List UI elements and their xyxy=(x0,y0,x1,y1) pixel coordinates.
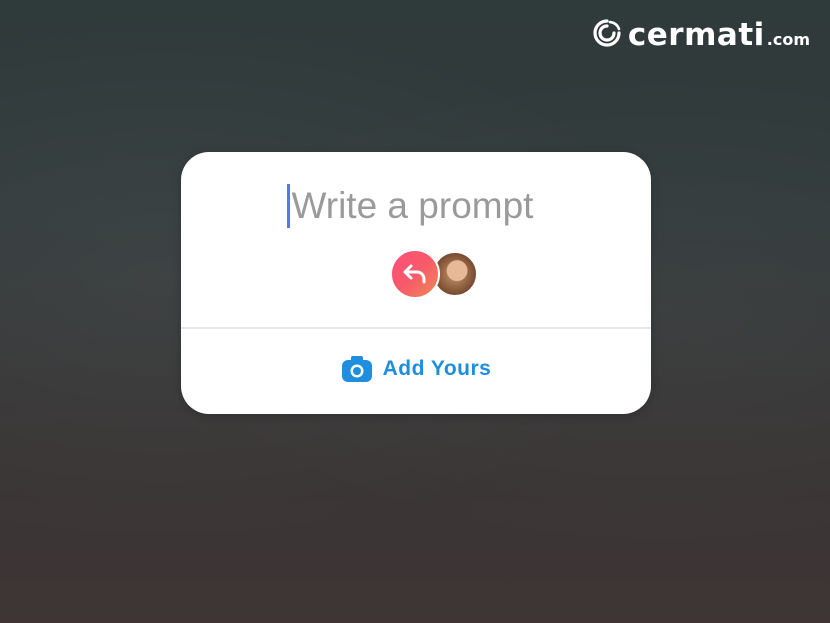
text-caret xyxy=(286,184,290,228)
cermati-swirl-icon xyxy=(593,19,621,47)
logo-domain-suffix: .com xyxy=(766,30,810,49)
prompt-row[interactable] xyxy=(181,178,651,234)
card-divider xyxy=(181,327,651,329)
cermati-logo: cermati .com xyxy=(592,18,810,51)
logo-wordmark: cermati xyxy=(627,17,765,53)
add-yours-button[interactable]: Add Yours xyxy=(181,355,651,383)
add-yours-sticker-card: Add Yours xyxy=(181,152,651,414)
add-yours-label: Add Yours xyxy=(382,357,492,380)
camera-icon xyxy=(341,356,372,382)
reply-avatar xyxy=(390,249,440,299)
prompt-input[interactable] xyxy=(291,185,546,227)
participant-avatars xyxy=(181,249,651,299)
reply-arrow-icon xyxy=(403,264,426,284)
